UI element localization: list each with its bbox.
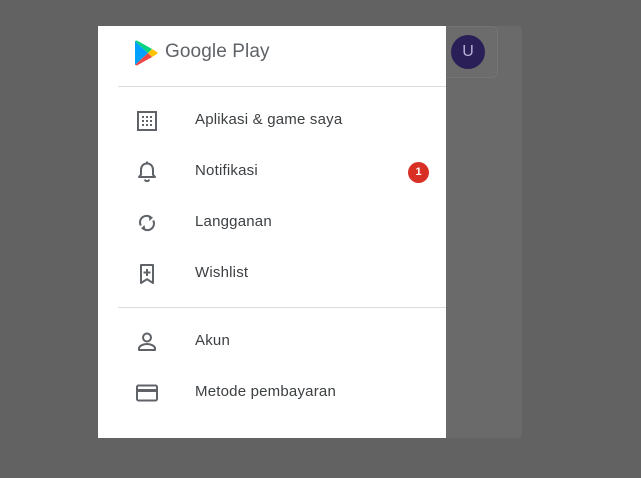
header-divider [118, 86, 446, 87]
menu-item-wishlist[interactable]: Wishlist [98, 249, 446, 299]
drawer-header: Google Play [98, 26, 446, 86]
notification-count-badge: 1 [408, 162, 429, 183]
menu-item-notifications[interactable]: Notifikasi 1 [98, 147, 446, 197]
navigation-drawer: Google Play Aplikasi & game saya Notifik… [98, 26, 446, 438]
bookmark-add-icon [140, 264, 154, 284]
avatar[interactable]: U [451, 35, 485, 69]
refresh-icon [139, 214, 155, 232]
menu-item-label: Wishlist [195, 264, 249, 281]
person-icon [138, 332, 156, 351]
menu-item-label: Akun [195, 332, 230, 349]
menu-item-label: Langganan [195, 213, 272, 230]
credit-card-icon [136, 384, 158, 402]
bell-icon [138, 161, 156, 183]
menu-item-payment-methods[interactable]: Metode pembayaran [98, 368, 446, 418]
grid-icon [137, 111, 157, 131]
background-content-card [446, 26, 522, 438]
brand-title: Google Play [165, 41, 270, 62]
section-divider [118, 307, 446, 308]
menu-item-subscriptions[interactable]: Langganan [98, 198, 446, 248]
menu-item-label: Metode pembayaran [195, 383, 336, 400]
menu-item-account[interactable]: Akun [98, 317, 446, 367]
google-play-logo-icon [135, 40, 158, 66]
menu-item-label: Aplikasi & game saya [195, 111, 343, 128]
menu-item-my-apps[interactable]: Aplikasi & game saya [98, 96, 446, 146]
menu-item-label: Notifikasi [195, 162, 258, 179]
